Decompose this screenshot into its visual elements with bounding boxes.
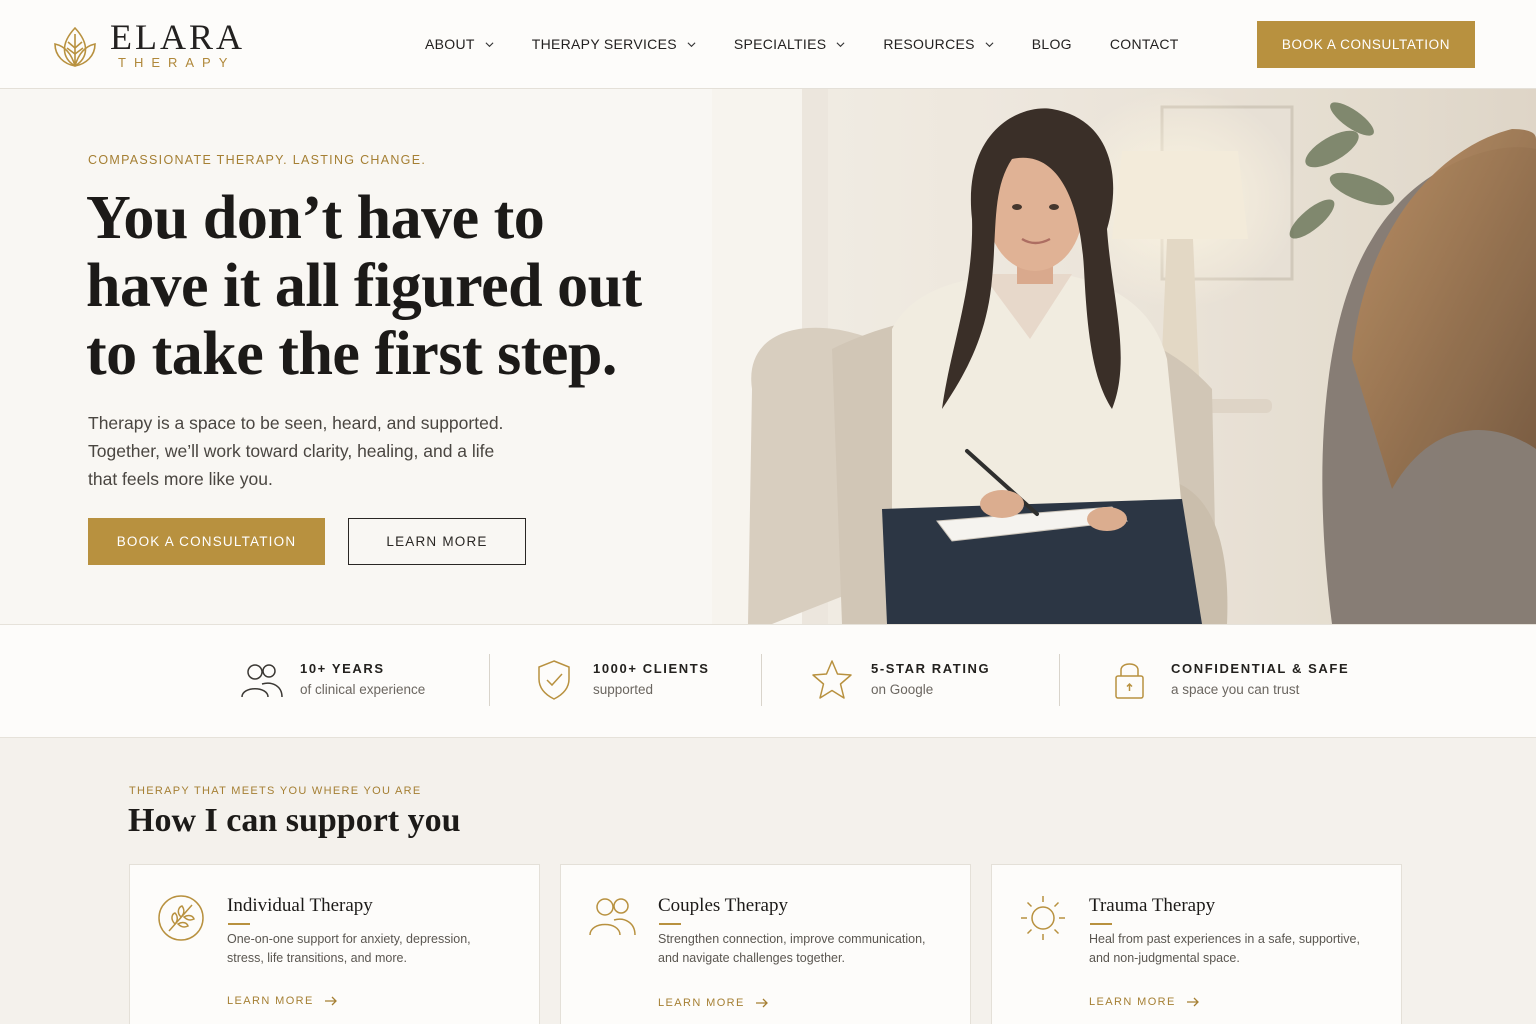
main-nav: ABOUT THERAPY SERVICES SPECIALTIES RESOU…: [425, 36, 1217, 52]
hero-title: You don’t have to have it all figured ou…: [86, 184, 642, 388]
card-learn-more-link[interactable]: LEARN MORE: [1089, 996, 1200, 1008]
sun-icon: [1021, 896, 1065, 940]
hero-eyebrow: COMPASSIONATE THERAPY. LASTING CHANGE.: [88, 153, 427, 167]
leaf-icon: [158, 895, 204, 941]
card-learn-more-link[interactable]: LEARN MORE: [658, 997, 769, 1009]
nav-item-contact[interactable]: CONTACT: [1110, 36, 1179, 52]
stat-divider: [489, 654, 490, 706]
stat-subtitle: supported: [593, 682, 654, 697]
stat-title: 10+ YEARS: [300, 661, 385, 676]
service-card-trauma[interactable]: Trauma Therapy Heal from past experience…: [991, 864, 1402, 1024]
stat-subtitle: on Google: [871, 682, 934, 697]
couple-icon: [589, 898, 636, 936]
card-title: Individual Therapy: [227, 895, 373, 916]
nav-item-label: SPECIALTIES: [733, 36, 827, 52]
arrow-right-icon: [324, 996, 337, 1006]
arrow-right-icon: [755, 998, 768, 1008]
card-title: Trauma Therapy: [1089, 895, 1216, 916]
stat-divider: [1059, 654, 1060, 706]
card-description: One-on-one support for anxiety, depressi…: [227, 932, 471, 965]
book-consultation-button[interactable]: BOOK A CONSULTATION: [88, 518, 325, 565]
card-description: Strengthen connection, improve communica…: [658, 932, 926, 965]
stat-rating: 5-STAR RATING on Google: [809, 657, 990, 703]
nav-item-specialties[interactable]: SPECIALTIES: [734, 36, 846, 52]
nav-item-label: RESOURCES: [883, 36, 975, 52]
service-card-couples[interactable]: Couples Therapy Strengthen connection, i…: [560, 864, 971, 1024]
stat-subtitle: of clinical experience: [300, 682, 426, 697]
card-learn-more-link[interactable]: LEARN MORE: [227, 995, 338, 1007]
card-accent-rule: [228, 923, 250, 925]
stat-title: 1000+ CLIENTS: [593, 661, 710, 676]
card-accent-rule: [659, 923, 681, 925]
brand-logo[interactable]: ELARA THERAPY: [52, 18, 245, 70]
chevron-down-icon: [687, 41, 696, 47]
link-label: LEARN MORE: [227, 995, 314, 1007]
nav-item-label: CONTACT: [1109, 36, 1179, 52]
arrow-right-icon: [1186, 997, 1199, 1007]
hero-body: Therapy is a space to be seen, heard, an…: [88, 413, 504, 489]
brand-name: ELARA: [110, 17, 245, 57]
card-description: Heal from past experiences in a safe, su…: [1089, 932, 1360, 965]
services-eyebrow: THERAPY THAT MEETS YOU WHERE YOU ARE: [129, 785, 422, 797]
nav-item-therapy-services[interactable]: THERAPY SERVICES: [532, 36, 696, 52]
hero-photo-therapist-session: [712, 89, 1536, 624]
stat-years: 10+ YEARS of clinical experience: [238, 657, 425, 703]
nav-item-label: BLOG: [1031, 36, 1072, 52]
stat-subtitle: a space you can trust: [1171, 682, 1300, 697]
link-label: LEARN MORE: [658, 997, 745, 1009]
nav-item-label: THERAPY SERVICES: [531, 36, 677, 52]
stat-clients: 1000+ CLIENTS supported: [531, 657, 710, 703]
card-title: Couples Therapy: [658, 895, 788, 916]
chevron-down-icon: [985, 41, 994, 47]
nav-item-label: ABOUT: [425, 36, 475, 52]
nav-item-resources[interactable]: RESOURCES: [883, 36, 994, 52]
lock-icon: [1115, 663, 1144, 699]
site-header: ELARA THERAPY ABOUT THERAPY SERVICES SPE…: [0, 0, 1536, 89]
star-icon: [812, 660, 852, 699]
chevron-down-icon: [485, 41, 494, 47]
chevron-down-icon: [836, 41, 845, 47]
learn-more-button[interactable]: LEARN MORE: [348, 518, 526, 565]
lotus-leaf-icon: [54, 26, 96, 67]
stat-confidential: CONFIDENTIAL & SAFE a space you can trus…: [1109, 657, 1349, 703]
stat-title: 5-STAR RATING: [871, 661, 991, 676]
service-card-individual[interactable]: Individual Therapy One-on-one support fo…: [129, 864, 540, 1024]
people-icon: [241, 664, 283, 698]
nav-item-about[interactable]: ABOUT: [425, 36, 494, 52]
header-book-consultation-button[interactable]: BOOK A CONSULTATION: [1257, 21, 1475, 68]
stat-divider: [761, 654, 762, 706]
shield-check-icon: [538, 660, 570, 700]
nav-item-blog[interactable]: BLOG: [1032, 36, 1072, 52]
card-accent-rule: [1090, 923, 1112, 925]
stat-title: CONFIDENTIAL & SAFE: [1171, 661, 1350, 676]
therapist-illustration: [712, 89, 1536, 624]
brand-tagline: THERAPY: [118, 55, 236, 70]
services-title: How I can support you: [128, 802, 461, 839]
link-label: LEARN MORE: [1089, 996, 1176, 1008]
